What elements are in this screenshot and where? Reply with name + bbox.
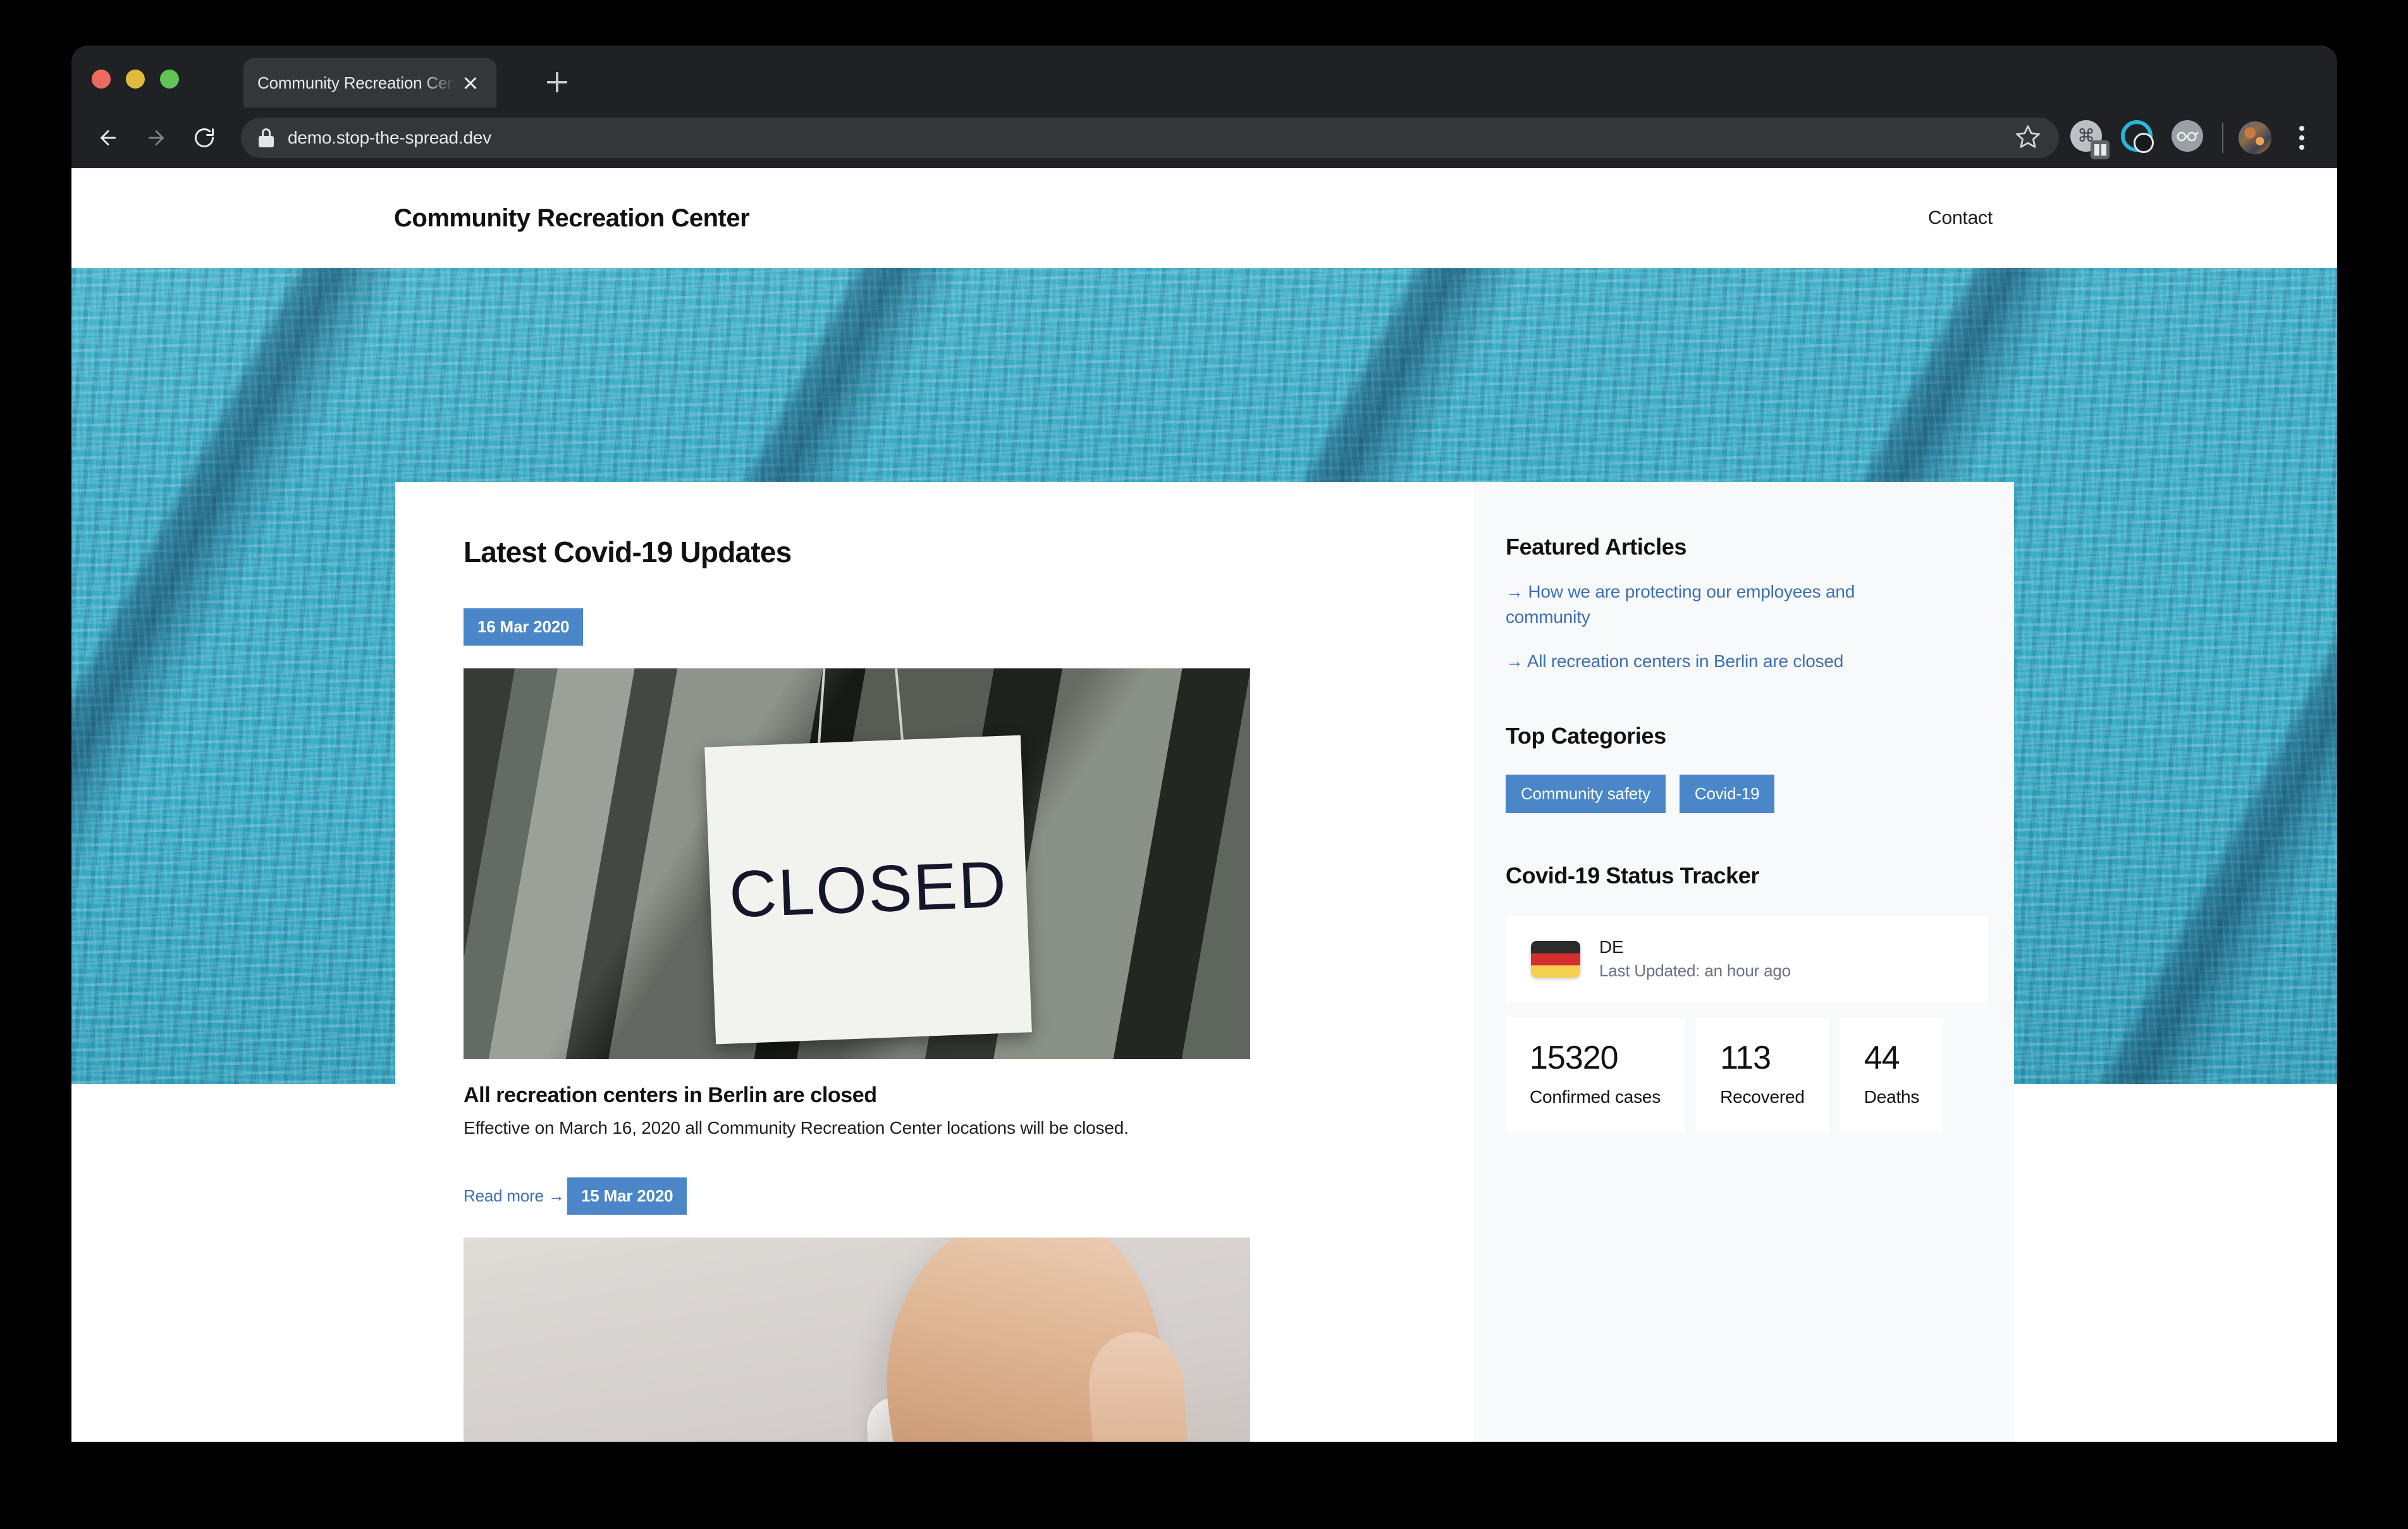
site-header: Community Recreation Center Contact: [71, 168, 2337, 268]
reload-icon[interactable]: [184, 118, 224, 158]
section-heading-updates: Latest Covid-19 Updates: [464, 536, 792, 568]
toolbar-icons: ⌘: [2070, 120, 2321, 159]
closed-sign-photo: CLOSED: [464, 668, 1250, 1059]
screen: Community Recreation Center | S demo.sto…: [0, 0, 2408, 1529]
maximize-window-button[interactable]: [160, 70, 179, 89]
stat-label: Confirmed cases: [1530, 1087, 1661, 1107]
forward-arrow-icon[interactable]: [136, 118, 176, 158]
sidebar-heading-categories: Top Categories: [1506, 723, 1666, 749]
extension-privacy-icon[interactable]: [2121, 120, 2156, 156]
closed-sign-text: CLOSED: [728, 847, 1009, 931]
tracker-country-card: DE Last Updated: an hour ago: [1506, 916, 1987, 1003]
stat-label: Deaths: [1864, 1087, 1920, 1107]
extension-command-icon[interactable]: ⌘: [2070, 120, 2110, 159]
browser-toolbar: demo.stop-the-spread.dev ⌘: [71, 107, 2337, 168]
avatar[interactable]: [2239, 121, 2271, 154]
featured-article-link[interactable]: → All recreation centers in Berlin are c…: [1506, 649, 1910, 674]
read-more-link[interactable]: Read more →: [464, 1186, 565, 1206]
page-viewport: Community Recreation Center Contact Late…: [71, 168, 2337, 1442]
country-code: DE: [1599, 937, 1624, 957]
window-controls: [92, 70, 179, 89]
article-date-badge: 15 Mar 2020: [567, 1177, 687, 1215]
address-bar[interactable]: demo.stop-the-spread.dev: [241, 118, 2059, 158]
stat-value: 44: [1864, 1040, 1900, 1077]
article-title: All recreation centers in Berlin are clo…: [464, 1083, 877, 1107]
sidebar-heading-featured: Featured Articles: [1506, 534, 1686, 560]
extension-glasses-icon[interactable]: [2172, 120, 2207, 156]
browser-tab[interactable]: Community Recreation Center | S: [243, 58, 496, 107]
close-icon[interactable]: [458, 71, 482, 95]
star-icon[interactable]: [2015, 123, 2041, 153]
tab-strip: Community Recreation Center | S: [71, 46, 2337, 107]
tab-title: Community Recreation Center | S: [257, 73, 458, 92]
close-window-button[interactable]: [92, 70, 111, 89]
article-date-badge: 16 Mar 2020: [464, 608, 584, 646]
article-body: Effective on March 16, 2020 all Communit…: [464, 1118, 1129, 1138]
closed-sign: CLOSED: [704, 735, 1032, 1045]
stat-value: 113: [1720, 1040, 1771, 1077]
sidebar-column: Featured Articles → How we are protectin…: [1474, 482, 2014, 1442]
last-updated-text: Last Updated: an hour ago: [1599, 961, 1791, 981]
page-title: Community Recreation Center: [394, 204, 750, 232]
browser-window: Community Recreation Center | S demo.sto…: [71, 46, 2337, 1442]
content-card: Latest Covid-19 Updates 16 Mar 2020 CLOS…: [395, 482, 2014, 1442]
stat-label: Recovered: [1720, 1087, 1805, 1107]
back-arrow-icon[interactable]: [88, 118, 128, 158]
hand-sanitizer-photo: [464, 1237, 1250, 1442]
germany-flag-icon: [1531, 940, 1580, 978]
category-tag-list: Community safety Covid-19: [1506, 775, 1965, 814]
main-column: Latest Covid-19 Updates 16 Mar 2020 CLOS…: [395, 482, 1474, 1442]
stat-card-recovered: 113 Recovered: [1696, 1017, 1829, 1133]
stat-card-deaths: 44 Deaths: [1840, 1017, 1944, 1133]
stat-value: 15320: [1530, 1040, 1619, 1077]
featured-article-link[interactable]: → How we are protecting our employees an…: [1506, 579, 1910, 630]
toolbar-divider: [2222, 123, 2223, 153]
tracker-stats: 15320 Confirmed cases 113 Recovered 44 D…: [1506, 1017, 1965, 1133]
lock-icon: [259, 128, 274, 147]
minimize-window-button[interactable]: [126, 70, 145, 89]
category-tag[interactable]: Covid-19: [1679, 775, 1775, 814]
nav-link-contact[interactable]: Contact: [1928, 207, 1993, 229]
url-text: demo.stop-the-spread.dev: [288, 128, 492, 147]
kebab-menu-icon[interactable]: [2287, 120, 2317, 156]
plus-icon[interactable]: [539, 64, 575, 100]
sidebar-heading-tracker: Covid-19 Status Tracker: [1506, 863, 1759, 889]
category-tag[interactable]: Community safety: [1506, 775, 1666, 814]
stat-card-confirmed: 15320 Confirmed cases: [1506, 1017, 1685, 1133]
